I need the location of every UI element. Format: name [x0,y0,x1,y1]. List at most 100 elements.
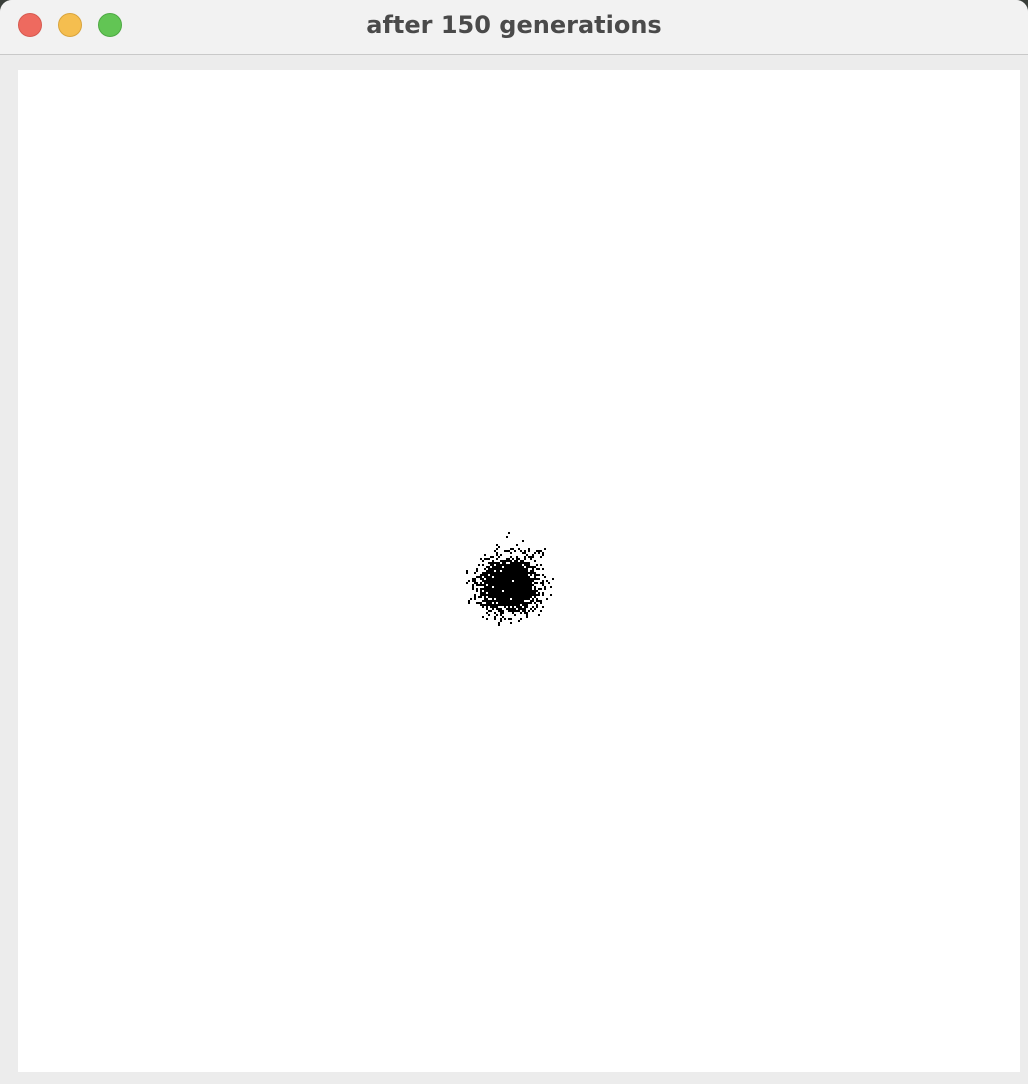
live-cell [480,594,482,596]
live-cell [502,598,504,600]
live-cell [518,578,520,580]
live-cell [542,554,544,556]
live-cell [488,588,490,590]
live-cell [496,554,498,556]
live-cell [504,560,506,562]
live-cell [498,582,500,584]
live-cell [518,604,520,606]
live-cell [492,566,494,568]
simulation-canvas[interactable] [18,70,1020,1072]
live-cell [504,602,506,604]
live-cell [542,580,544,582]
live-cell [530,590,532,592]
live-cell [510,564,512,566]
live-cell [534,566,536,568]
live-cell [522,572,524,574]
live-cell [514,562,516,564]
live-cell [542,584,544,586]
live-cell [490,556,492,558]
live-cell [500,588,502,590]
live-cell [484,604,486,606]
live-cell [526,564,528,566]
live-cell [486,598,488,600]
live-cell [490,590,492,592]
live-cell [528,578,530,580]
live-cell [506,578,508,580]
live-cell [504,566,506,568]
live-cell [512,586,514,588]
live-cell [480,604,482,606]
live-cell [530,570,532,572]
live-cell [516,558,518,560]
live-cell [510,584,512,586]
live-cell [514,578,516,580]
live-cell [496,572,498,574]
live-cell [534,560,536,562]
live-cell [536,582,538,584]
window-title: after 150 generations [366,11,662,39]
live-cell [496,574,498,576]
live-cell [500,554,502,556]
live-cell [488,580,490,582]
live-cell [506,596,508,598]
live-cell [510,570,512,572]
live-cell [524,564,526,566]
live-cell [496,582,498,584]
live-cell [466,572,468,574]
live-cell [476,588,478,590]
live-cell [488,602,490,604]
live-cell [520,592,522,594]
live-cell [514,602,516,604]
live-cell [536,606,538,608]
live-cell [524,596,526,598]
live-cell [514,598,516,600]
live-cell [478,596,480,598]
live-cell [498,572,500,574]
live-cell [476,602,478,604]
live-cell [528,566,530,568]
live-cell [512,584,514,586]
live-cell [514,592,516,594]
live-cell [526,594,528,596]
live-cell [516,566,518,568]
live-cell [520,618,522,620]
live-cell [516,556,518,558]
live-cell [500,568,502,570]
live-cell [530,566,532,568]
live-cell [516,574,518,576]
live-cell [500,600,502,602]
live-cell [536,600,538,602]
live-cell [502,570,504,572]
live-cell [496,578,498,580]
live-cell [544,548,546,550]
live-cell [530,580,532,582]
live-cell [524,610,526,612]
live-cell [516,570,518,572]
live-cell [516,586,518,588]
live-cell [510,588,512,590]
title-bar[interactable]: after 150 generations [0,0,1028,55]
live-cell [500,618,502,620]
live-cell [492,568,494,570]
live-cell [512,592,514,594]
live-cell [496,568,498,570]
live-cell [524,574,526,576]
live-cell [494,616,496,618]
live-cell [498,586,500,588]
live-cell [486,572,488,574]
live-cell [526,576,528,578]
live-cell [492,588,494,590]
live-cell [522,562,524,564]
live-cell [490,582,492,584]
live-cell [530,608,532,610]
live-cell [512,566,514,568]
live-cell [522,584,524,586]
live-cell [492,594,494,596]
live-cell [516,544,518,546]
live-cell [516,592,518,594]
live-cell [500,578,502,580]
live-cell [510,582,512,584]
live-cell [538,550,540,552]
live-cell [480,590,482,592]
live-cell [496,562,498,564]
